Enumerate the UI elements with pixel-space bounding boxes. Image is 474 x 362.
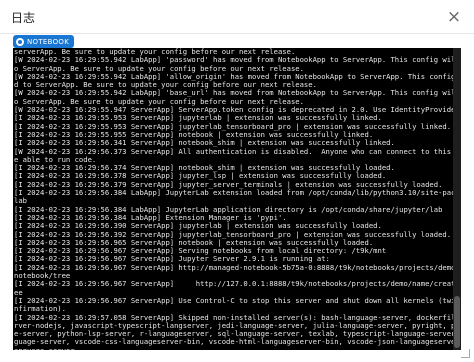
log-line: [I 2024-02-23 16:29:56.384 LabApp] Jupyt…: [14, 188, 453, 198]
dialog-titlebar: 日志 ×: [0, 0, 474, 34]
log-line: anguage-server: [14, 346, 453, 350]
scrollbar-thumb[interactable]: [454, 296, 460, 348]
close-icon[interactable]: ×: [444, 7, 464, 27]
notebook-icon: [16, 37, 24, 46]
log-console[interactable]: serverApp. Be sure to update your config…: [13, 48, 461, 350]
log-line: [I 2024-02-23 16:29:56.967 ServerApp] ht…: [14, 279, 453, 289]
dialog-title: 日志: [11, 11, 36, 25]
resize-handle-icon[interactable]: [461, 349, 470, 358]
log-line: [I 2024-02-23 16:29:56.967 ServerApp] ht…: [14, 262, 453, 272]
log-output[interactable]: serverApp. Be sure to update your config…: [13, 48, 453, 350]
log-line: guage-server, vscode-css-languageserver-…: [14, 337, 453, 347]
log-scrollbar[interactable]: [453, 48, 461, 350]
notebook-chip[interactable]: NOTEBOOK: [13, 35, 75, 48]
log-dialog: 日志 × NOTEBOOK serverApp. Be sure to upda…: [0, 0, 474, 362]
log-line: [I 2024-02-23 16:29:56.967 ServerApp] Us…: [14, 295, 453, 305]
chip-label: NOTEBOOK: [27, 37, 70, 46]
